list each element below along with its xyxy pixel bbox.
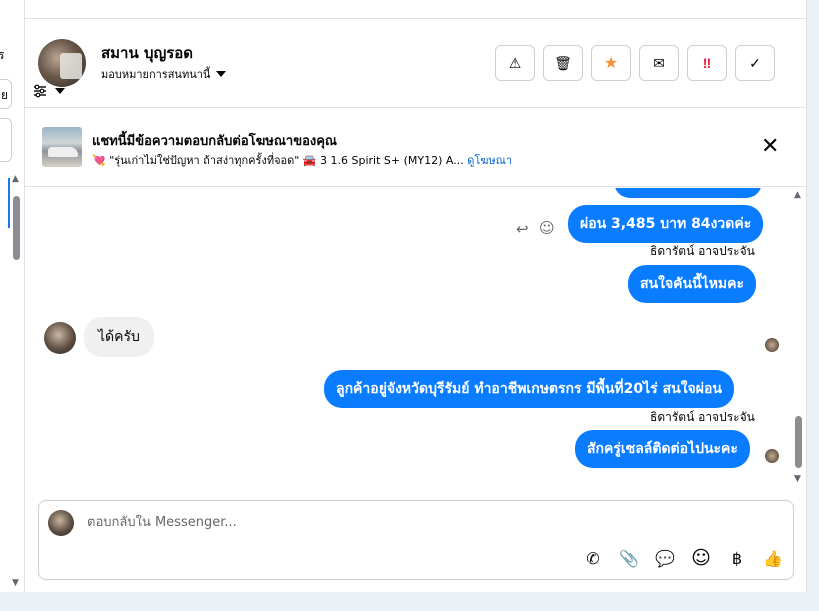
inbox-list-panel: ร ย ▲ ▼ bbox=[0, 0, 25, 592]
scroll-up-arrow-icon[interactable]: ▲ bbox=[794, 190, 801, 200]
message-bubble-outgoing[interactable] bbox=[614, 188, 762, 198]
ad-banner-description: 💘 "รุ่นเก่าไม่ใช่ปัญหา ถ้าสง่าทุกครั้งที… bbox=[92, 151, 512, 169]
scroll-down-arrow-icon[interactable]: ▼ bbox=[794, 474, 801, 484]
inbox-item[interactable]: ย bbox=[0, 79, 12, 109]
ad-banner-title: แชทนี้มีข้อความตอบกลับต่อโฆษณาของคุณ bbox=[92, 134, 337, 149]
contact-avatar bbox=[44, 322, 76, 354]
inbox-text-fragment: ย bbox=[1, 88, 9, 102]
thread-scrollbar[interactable]: ▲ ▼ bbox=[793, 190, 805, 486]
reply-icon[interactable]: ↩ bbox=[516, 220, 529, 238]
ad-thumbnail[interactable] bbox=[42, 127, 82, 167]
message-bubble-outgoing[interactable]: สนใจคันนี้ไหมคะ bbox=[628, 265, 757, 303]
scroll-thumb[interactable] bbox=[795, 416, 802, 468]
page-avatar bbox=[48, 510, 74, 536]
mail-icon: ✉ bbox=[653, 54, 665, 71]
caret-down-icon bbox=[55, 88, 65, 94]
caret-down-icon bbox=[216, 71, 227, 77]
scroll-down-arrow-icon[interactable]: ▼ bbox=[12, 578, 19, 588]
mark-done-button[interactable]: ✓ bbox=[735, 45, 775, 81]
message-bubble-outgoing[interactable]: ลูกค้าอยู่จังหวัดบุรีรัมย์ ทำอาชีพเกษตรก… bbox=[324, 370, 734, 408]
composer-toolbar: ✆ 📎 💬 ☺ ฿ 👍 bbox=[584, 547, 783, 569]
sender-name: ธิดารัตน์ อาจประจัน bbox=[650, 410, 755, 424]
inbox-scrollbar[interactable]: ▲ ▼ bbox=[8, 174, 23, 592]
ad-description-text: 💘 "รุ่นเก่าไม่ใช่ปัญหา ถ้าสง่าทุกครั้งที… bbox=[92, 154, 464, 167]
warning-icon: ⚠ bbox=[508, 54, 522, 71]
contact-avatar[interactable] bbox=[38, 39, 86, 87]
scroll-up-arrow-icon[interactable]: ▲ bbox=[12, 174, 19, 184]
trash-icon: 🗑 bbox=[554, 54, 572, 71]
sender-name: ธิดารัตน์ อาจประจัน bbox=[650, 244, 755, 258]
delete-button[interactable]: 🗑 bbox=[543, 45, 583, 81]
contact-name[interactable]: สมาน บุญรอด bbox=[101, 41, 193, 65]
saved-reply-icon[interactable]: 💬 bbox=[655, 549, 675, 568]
scroll-thumb[interactable] bbox=[13, 196, 20, 260]
message-bubble-incoming[interactable]: ได้ครับ bbox=[84, 317, 154, 357]
conversation-panel: สมาน บุญรอด มอบหมายการสนทนานี้ ⚠ 🗑 ★ ✉ ‼… bbox=[25, 0, 807, 592]
reply-input[interactable] bbox=[87, 515, 687, 530]
message-composer: ✆ 📎 💬 ☺ ฿ 👍 bbox=[38, 500, 794, 580]
message-thread: ↩ ☺ ผ่อน 3,485 บาท 84งวดค่ะ ธิดารัตน์ อา… bbox=[25, 188, 807, 490]
star-icon: ★ bbox=[603, 55, 619, 72]
filter-settings-button[interactable] bbox=[33, 84, 65, 98]
mark-unread-button[interactable]: ✉ bbox=[639, 45, 679, 81]
phone-icon[interactable]: ✆ bbox=[584, 549, 602, 568]
check-icon: ✓ bbox=[749, 54, 761, 71]
assign-label: มอบหมายการสนทนานี้ bbox=[101, 68, 211, 81]
sliders-icon bbox=[34, 84, 46, 98]
header-actions: ⚠ 🗑 ★ ✉ ‼ ✓ bbox=[495, 45, 775, 81]
ad-reply-banner: แชทนี้มีข้อความตอบกลับต่อโฆษณาของคุณ 💘 "… bbox=[25, 108, 807, 187]
star-button[interactable]: ★ bbox=[591, 45, 631, 81]
attachment-icon[interactable]: 📎 bbox=[619, 549, 639, 568]
mark-spam-warning-button[interactable]: ⚠ bbox=[495, 45, 535, 81]
close-icon[interactable]: ✕ bbox=[761, 136, 779, 158]
spam-icon: ‼ bbox=[702, 55, 712, 71]
message-bubble-outgoing[interactable]: ผ่อน 3,485 บาท 84งวดค่ะ bbox=[568, 205, 764, 243]
conversation-header: สมาน บุญรอด มอบหมายการสนทนานี้ ⚠ 🗑 ★ ✉ ‼… bbox=[25, 19, 807, 108]
inbox-item[interactable] bbox=[0, 118, 12, 162]
report-spam-button[interactable]: ‼ bbox=[687, 45, 727, 81]
inbox-text-fragment: ร bbox=[0, 46, 4, 65]
emoji-icon[interactable]: ☺ bbox=[691, 547, 711, 569]
thumbs-up-icon[interactable]: 👍 bbox=[763, 549, 783, 568]
seen-indicator-avatar bbox=[765, 338, 779, 352]
assign-conversation-dropdown[interactable]: มอบหมายการสนทนานี้ bbox=[101, 65, 227, 83]
react-emoji-icon[interactable]: ☺ bbox=[539, 219, 555, 237]
seen-indicator-avatar bbox=[765, 449, 779, 463]
baht-icon[interactable]: ฿ bbox=[728, 549, 746, 568]
selected-indicator bbox=[8, 178, 10, 228]
view-ad-link[interactable]: ดูโฆษณา bbox=[467, 154, 512, 167]
message-bubble-outgoing[interactable]: สักครู่เซลล์ติดต่อไปนะคะ bbox=[575, 430, 750, 468]
